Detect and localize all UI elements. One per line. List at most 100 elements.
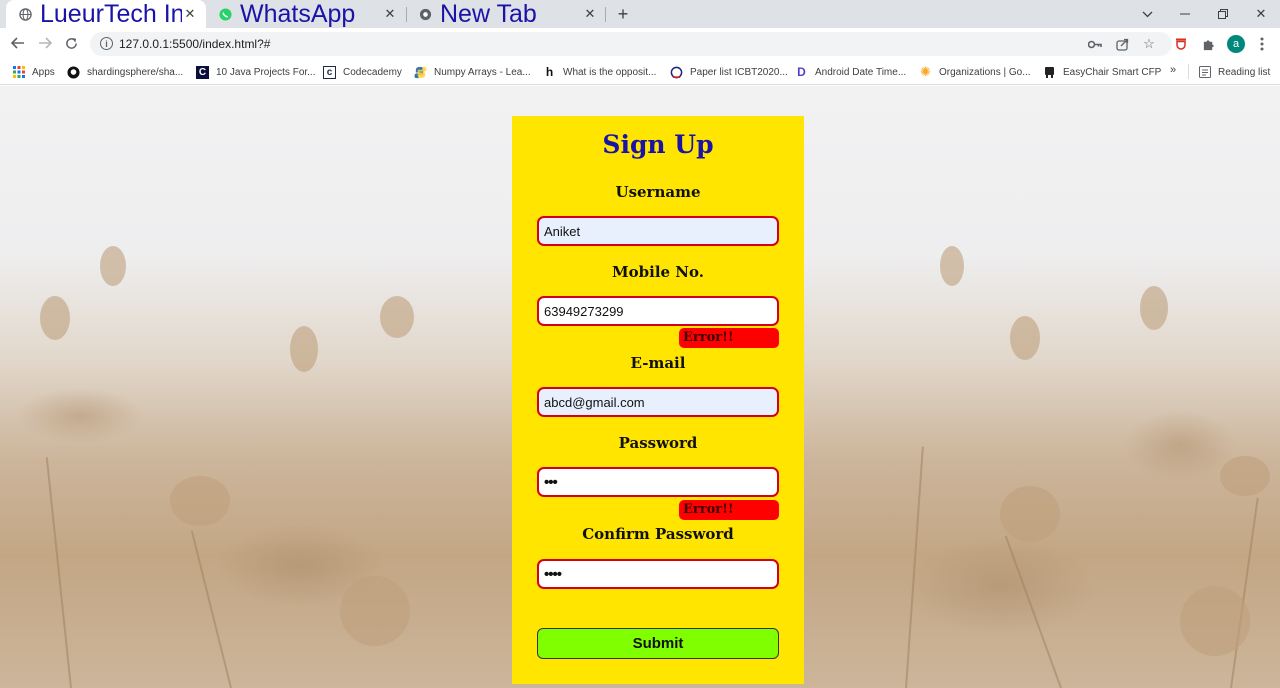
site-info-icon[interactable]: i: [100, 37, 113, 50]
bookmark-label: Apps: [32, 66, 55, 78]
grass-stalk: [905, 446, 924, 688]
new-tab-button[interactable]: +: [612, 3, 634, 25]
whatsapp-icon: [218, 7, 232, 21]
globe-icon: [18, 7, 32, 21]
back-icon[interactable]: [7, 32, 29, 54]
close-icon[interactable]: ✕: [182, 6, 198, 22]
dribbble-icon: D: [797, 65, 806, 79]
username-label: Username: [615, 183, 701, 201]
grass-stalk: [1004, 535, 1062, 688]
star-icon[interactable]: ☆: [1140, 36, 1158, 52]
bookmark-label: Codecademy: [343, 66, 402, 78]
password-label: Password: [618, 434, 698, 452]
forward-icon[interactable]: [34, 32, 56, 54]
tab-search-icon[interactable]: [1128, 0, 1166, 28]
tab-title: WhatsApp: [240, 0, 356, 28]
restore-icon[interactable]: [1204, 0, 1242, 28]
mobile-error-badge: Error!!: [679, 328, 779, 348]
bookmark-label: Android Date Time...: [815, 66, 907, 78]
tab-new-tab[interactable]: New Tab ✕: [406, 0, 606, 28]
grass-tuft: [380, 296, 414, 338]
extensions-puzzle-icon[interactable]: [1197, 33, 1219, 55]
codebase-icon: C: [196, 65, 209, 79]
password-input[interactable]: •••: [537, 467, 779, 497]
bookmark-label: Numpy Arrays - Lea...: [434, 66, 531, 78]
username-input[interactable]: Aniket: [537, 216, 779, 246]
grass-tuft: [1220, 456, 1270, 496]
tab-strip: LueurTech Internship Assignment ✕ WhatsA…: [0, 0, 1280, 28]
grass-tuft: [340, 576, 410, 646]
grass-tuft: [290, 326, 318, 372]
close-icon[interactable]: ✕: [382, 6, 398, 22]
reading-list-label: Reading list: [1218, 66, 1271, 78]
window-close-icon[interactable]: ✕: [1242, 0, 1280, 28]
bookmark-organizations[interactable]: ✺ Organizations | Go...: [919, 64, 1031, 80]
bookmark-label: 10 Java Projects For...: [216, 66, 316, 78]
grass-tuft: [170, 476, 230, 526]
reading-list-icon: [1198, 66, 1211, 79]
address-bar[interactable]: i 127.0.0.1:5500/index.html?# ☆: [90, 32, 1172, 56]
bookmarks-bar: Apps shardingsphere/sha... C 10 Java Pro…: [0, 58, 1280, 85]
tab-divider: [605, 7, 606, 22]
shield-extension-icon[interactable]: [1170, 33, 1192, 55]
github-icon: [67, 65, 80, 79]
chrome-icon: [418, 7, 432, 21]
apps-grid-icon: [12, 66, 25, 79]
bookmark-label: shardingsphere/sha...: [87, 66, 184, 78]
bookmark-icbt-paper-list[interactable]: Paper list ICBT2020...: [670, 64, 788, 80]
bookmark-hinative[interactable]: h What is the opposit...: [543, 64, 657, 80]
tab-lueurtech[interactable]: LueurTech Internship Assignment ✕: [6, 0, 206, 28]
tab-title: LueurTech Internship Assignment: [40, 0, 182, 28]
sun-icon: ✺: [920, 64, 931, 79]
confirm-password-input[interactable]: ••••: [537, 559, 779, 589]
bookmark-label: What is the opposit...: [563, 66, 657, 78]
submit-button[interactable]: Submit: [537, 628, 779, 659]
reading-list-button[interactable]: Reading list: [1198, 64, 1270, 80]
python-icon: [414, 66, 427, 79]
codecademy-icon: c: [323, 65, 336, 79]
grass-tuft: [40, 296, 70, 340]
email-label: E-mail: [630, 354, 686, 372]
bookmark-label: Organizations | Go...: [939, 66, 1031, 78]
email-input[interactable]: abcd@gmail.com: [537, 387, 779, 417]
grass-tuft: [1010, 316, 1040, 360]
bookmark-android-date-time[interactable]: D Android Date Time...: [795, 64, 906, 80]
grass-stalk: [190, 530, 232, 688]
tab-title: New Tab: [440, 0, 537, 28]
signup-form: Sign Up Username Aniket Mobile No. 63949…: [512, 116, 804, 684]
confirm-password-label: Confirm Password: [582, 525, 734, 543]
grass-tuft: [1000, 486, 1060, 542]
key-icon[interactable]: [1086, 36, 1104, 52]
close-icon[interactable]: ✕: [582, 6, 598, 22]
bookmark-numpy-arrays[interactable]: Numpy Arrays - Lea...: [414, 64, 531, 80]
hinative-icon: h: [545, 65, 554, 79]
minimize-icon[interactable]: [1166, 0, 1204, 28]
menu-kebab-icon[interactable]: [1251, 33, 1273, 55]
mobile-input[interactable]: 63949273299: [537, 296, 779, 326]
mobile-label: Mobile No.: [612, 263, 704, 281]
form-title: Sign Up: [602, 130, 714, 159]
profile-avatar[interactable]: a: [1225, 33, 1247, 55]
bookmark-apps[interactable]: Apps: [12, 64, 55, 80]
bookmark-label: EasyChair Smart CFP: [1063, 66, 1162, 78]
bookmark-easychair[interactable]: EasyChair Smart CFP: [1043, 64, 1161, 80]
grass-tuft: [940, 246, 964, 286]
tab-whatsapp[interactable]: WhatsApp ✕: [206, 0, 406, 28]
browser-toolbar: i 127.0.0.1:5500/index.html?# ☆ a: [0, 28, 1280, 58]
bookmark-label: Paper list ICBT2020...: [690, 66, 788, 78]
grass-stalk: [45, 457, 72, 688]
conference-icon: [670, 66, 683, 79]
grass-tuft: [1180, 586, 1250, 656]
easychair-icon: [1043, 66, 1056, 79]
share-icon[interactable]: [1113, 36, 1131, 52]
more-bookmarks-button[interactable]: »: [1170, 64, 1176, 76]
url-text: 127.0.0.1:5500/index.html?#: [119, 37, 271, 51]
reload-icon[interactable]: [60, 32, 82, 54]
grass-tuft: [1140, 286, 1168, 330]
bookmark-shardingsphere[interactable]: shardingsphere/sha...: [67, 64, 183, 80]
password-error-badge: Error!!: [679, 500, 779, 520]
page-background: Sign Up Username Aniket Mobile No. 63949…: [0, 86, 1280, 688]
grass-tuft: [100, 246, 126, 286]
bookmark-codecademy[interactable]: c Codecademy: [323, 64, 402, 80]
bookmark-java-projects[interactable]: C 10 Java Projects For...: [196, 64, 316, 80]
